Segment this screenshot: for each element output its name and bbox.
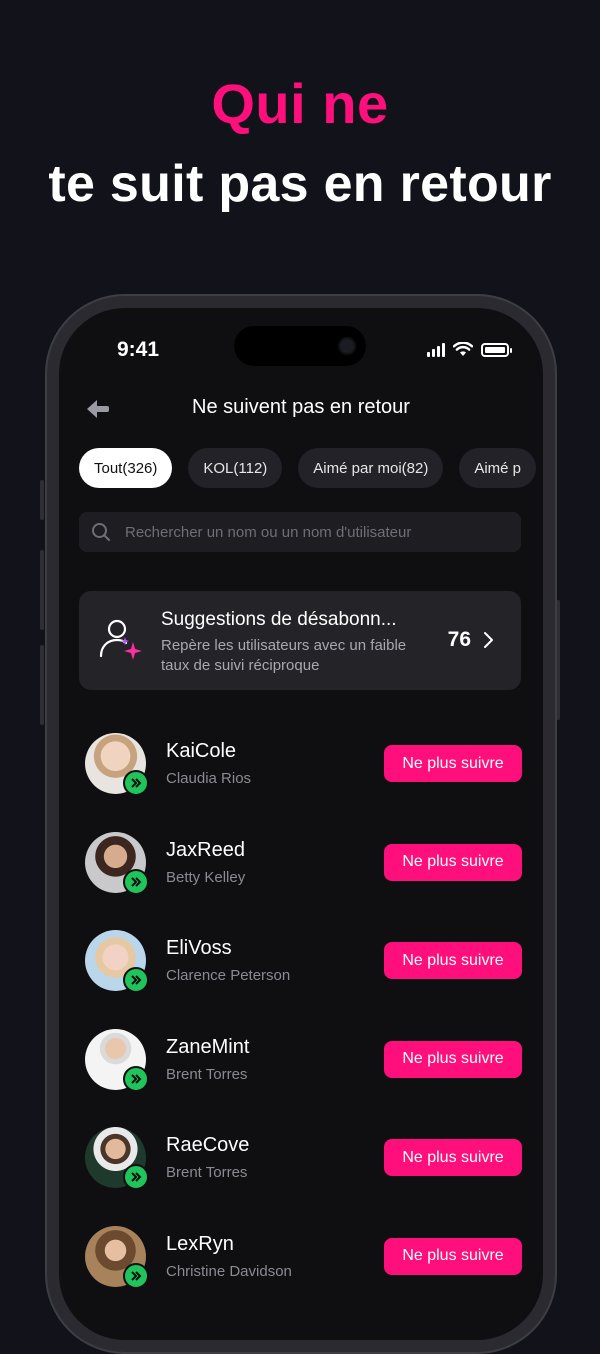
username: RaeCove: [166, 1134, 250, 1157]
list-item: EliVoss Clarence Peterson Ne plus suivre: [59, 915, 543, 1014]
full-name: Betty Kelley: [166, 868, 246, 886]
full-name: Brent Torres: [166, 1164, 248, 1182]
double-chevron-icon: [123, 967, 149, 994]
list-item: KaiCole Claudia Rios Ne plus suivre: [59, 718, 543, 817]
username: KaiCole: [166, 740, 237, 762]
page-title: Ne suivent pas en retour: [192, 396, 410, 418]
wifi-icon: [453, 342, 473, 356]
status-time: 9:41: [117, 338, 160, 361]
search-input[interactable]: [123, 522, 507, 542]
hero-heading: Qui ne te suit pas en retour: [0, 70, 600, 218]
double-chevron-icon: [123, 770, 149, 796]
double-chevron-icon: [123, 868, 149, 895]
username: LexRyn: [166, 1232, 234, 1255]
suggestion-title: Suggestions de désabonn...: [161, 609, 397, 630]
full-name: Clarence Peterson: [166, 967, 291, 985]
tab-kol[interactable]: KOL(112): [188, 448, 283, 488]
unfollow-button[interactable]: Ne plus suivre: [384, 942, 522, 980]
tab-liked-by-me[interactable]: Aimé par moi(82): [298, 448, 444, 488]
suggestion-subtitle: Repère les utilisateurs avec un faible t…: [161, 637, 407, 674]
tab-liked-by[interactable]: Aimé p: [459, 448, 537, 488]
full-name: Christine Davidson: [166, 1262, 292, 1280]
dynamic-island: [234, 326, 366, 366]
status-icons: [427, 342, 512, 357]
unfollow-button[interactable]: Ne plus suivre: [384, 843, 522, 881]
list-item: ZaneMint Brent Torres Ne plus suivre: [59, 1014, 543, 1113]
username: JaxReed: [166, 838, 245, 861]
username: EliVoss: [166, 937, 232, 960]
phone-side-button: [40, 480, 44, 520]
chevron-right-icon: [484, 632, 493, 648]
phone-frame: 9:41 Ne suivent pas en retour Tout(326) …: [45, 294, 557, 1354]
full-name: Brent Torres: [166, 1065, 248, 1083]
phone-volume-up: [40, 550, 44, 630]
filter-tabs: Tout(326) KOL(112) Aimé par moi(82) Aimé…: [79, 448, 543, 488]
phone-screen: 9:41 Ne suivent pas en retour Tout(326) …: [59, 308, 543, 1340]
double-chevron-icon: [123, 1164, 149, 1191]
tab-all[interactable]: Tout(326): [79, 448, 173, 488]
battery-icon: [481, 342, 512, 357]
unfollow-button[interactable]: Ne plus suivre: [384, 1139, 522, 1177]
double-chevron-icon: [123, 1065, 149, 1092]
list-item: JaxReed Betty Kelley Ne plus suivre: [59, 817, 543, 916]
phone-volume-down: [40, 645, 44, 725]
user-sparkle-icon: [99, 619, 142, 660]
list-item: RaeCove Brent Torres Ne plus suivre: [59, 1112, 543, 1211]
hero-title: te suit pas en retour: [48, 155, 552, 213]
camera-icon: [340, 339, 354, 353]
signal-icon: [427, 342, 445, 357]
search-bar: [79, 512, 521, 552]
suggestion-count: 76: [447, 628, 471, 651]
unfollow-button[interactable]: Ne plus suivre: [384, 1040, 522, 1078]
unfollow-button[interactable]: Ne plus suivre: [384, 1237, 522, 1275]
unfollow-suggestions-card[interactable]: Suggestions de désabonn... Repère les ut…: [79, 591, 521, 690]
double-chevron-icon: [123, 1262, 149, 1289]
username: ZaneMint: [166, 1035, 250, 1058]
hero-title-accent: Qui ne: [211, 72, 389, 135]
unfollow-button[interactable]: Ne plus suivre: [384, 745, 522, 782]
user-list: KaiCole Claudia Rios Ne plus suivre JaxR…: [59, 718, 543, 1310]
search-icon: [92, 523, 110, 541]
list-item: LexRyn Christine Davidson Ne plus suivre: [59, 1211, 543, 1310]
full-name: Claudia Rios: [166, 770, 252, 787]
